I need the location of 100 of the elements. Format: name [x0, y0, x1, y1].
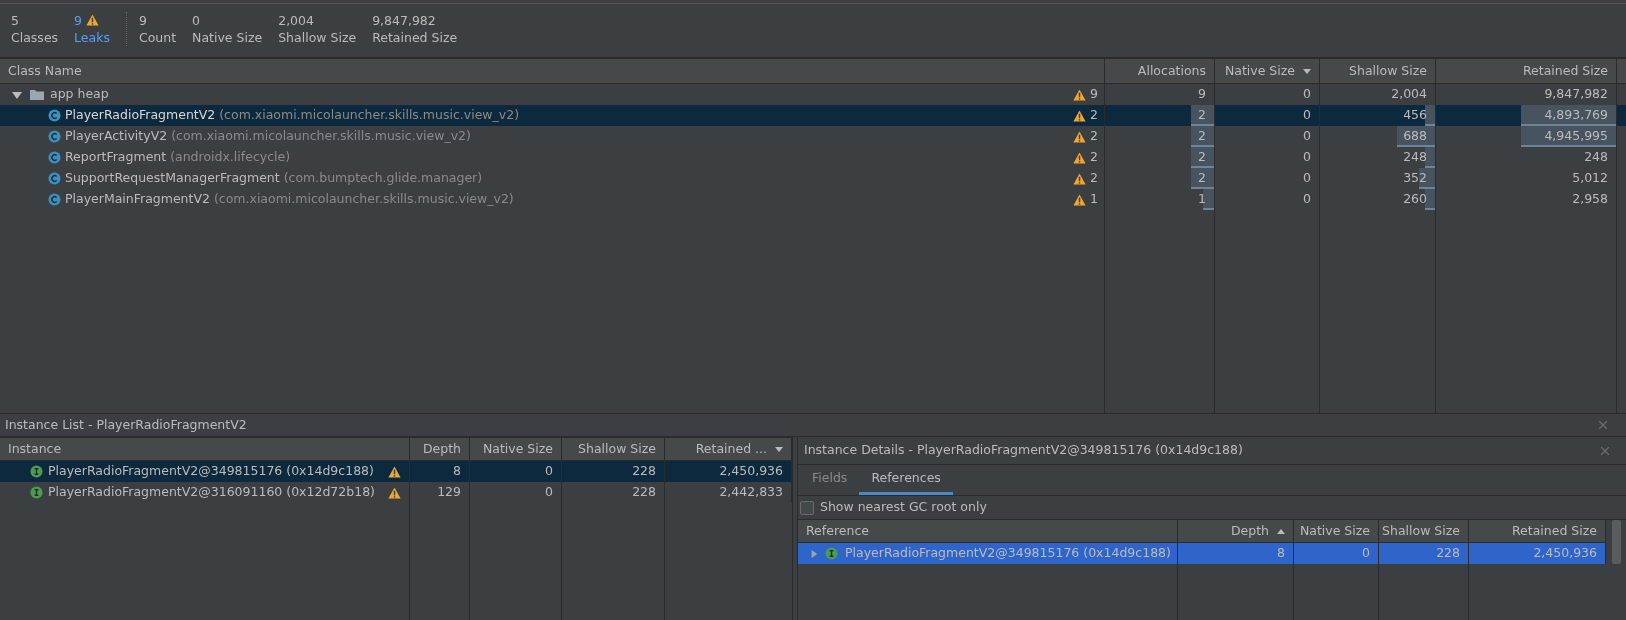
column-header[interactable]: Shallow Size	[1382, 521, 1460, 541]
folder-icon	[30, 89, 44, 100]
class-row[interactable]: PlayerActivityV2 (com.xiaomi.micolauncher.skills.music.view_v2) 2 2 0 688 4,945,995	[0, 126, 1626, 147]
table-cell: 0	[470, 461, 562, 482]
class-name: PlayerActivityV2	[65, 127, 168, 146]
class-icon	[48, 109, 61, 122]
class-name: PlayerMainFragmentV2	[65, 190, 210, 209]
table-cell: 2	[1105, 105, 1215, 126]
warning-icon	[1073, 109, 1087, 122]
class-icon	[48, 193, 61, 206]
table-cell: 4,945,995	[1436, 126, 1617, 147]
warning-icon	[1073, 172, 1087, 185]
package-name: (com.xiaomi.micolauncher.skills.music.view_v2)	[219, 106, 520, 125]
column-header[interactable]: Depth	[422, 439, 461, 459]
package-name: (com.xiaomi.micolauncher.skills.music.view_v2)	[213, 190, 514, 209]
instance-row[interactable]: PlayerRadioFragmentV2@349815176 (0x14d9c188) 8 0 228 2,450,936	[0, 461, 792, 482]
expand-arrow-icon[interactable]	[810, 549, 818, 558]
stat-label: Classes	[11, 28, 59, 46]
column-header[interactable]: Shallow Size	[578, 439, 656, 459]
class-row[interactable]: PlayerMainFragmentV2 (com.xiaomi.micolauncher.skills.music.view_v2) 1 1 0 260 2,958	[0, 189, 1626, 210]
table-cell: 5,012	[1436, 168, 1617, 189]
table-cell: 1	[1105, 189, 1215, 210]
class-icon	[48, 151, 61, 164]
column-header[interactable]: Native Size	[1224, 61, 1295, 81]
stat-value: 2,004	[278, 11, 314, 29]
table-cell: 2	[1105, 126, 1215, 147]
tab[interactable]: Fields	[800, 465, 860, 495]
warning-icon	[388, 465, 401, 478]
checkbox[interactable]	[800, 500, 814, 515]
instance-icon	[30, 465, 43, 478]
class-name: ReportFragment	[65, 148, 167, 167]
leak-count: 2	[1090, 148, 1098, 167]
leak-count: 1	[1090, 190, 1098, 209]
stat-label: Retained Size	[372, 28, 458, 46]
instance-icon	[30, 486, 43, 499]
table-cell: 260	[1320, 189, 1436, 210]
stat-value: 9	[74, 11, 83, 29]
column-header[interactable]: Shallow Size	[1349, 61, 1427, 81]
table-cell: 228	[562, 461, 665, 482]
warning-icon	[388, 486, 401, 499]
column-header[interactable]: Allocations	[1137, 61, 1206, 81]
class-row[interactable]: ReportFragment (androidx.lifecycle) 2 2 0 248 248	[0, 147, 1626, 168]
reference-row[interactable]: PlayerRadioFragmentV2@349815176 (0x14d9c188) 8 0 228 2,450,936	[798, 543, 1606, 564]
table-cell: 0	[470, 482, 562, 503]
table-cell: 0	[1215, 126, 1320, 147]
column-header[interactable]: Class Name	[8, 61, 82, 81]
close-button[interactable]	[1596, 418, 1610, 432]
class-icon	[48, 172, 61, 185]
table-cell: 2,442,833	[665, 482, 792, 503]
panel-title: Instance Details - PlayerRadioFragmentV2@349815176 (0x14d9c188)	[804, 441, 1243, 460]
instance-icon	[825, 547, 838, 560]
warning-icon	[86, 14, 100, 26]
column-header[interactable]: Native Size	[1299, 521, 1370, 541]
instance-name: PlayerRadioFragmentV2@349815176 (0x14d9c188)	[48, 462, 374, 481]
table-cell: 228	[1379, 543, 1469, 564]
column-header[interactable]: Native Size	[482, 439, 553, 459]
tree-label[interactable]: app heap	[50, 85, 109, 104]
package-name: (androidx.lifecycle)	[170, 148, 291, 167]
table-cell: 8	[410, 461, 470, 482]
class-row[interactable]: SupportRequestManagerFragment (com.bumptech.glide.manager) 2 2 0 352 5,012	[0, 168, 1626, 189]
table-cell: 688	[1320, 126, 1436, 147]
expand-toggle[interactable]	[12, 89, 22, 100]
column-header[interactable]: Retained Size	[1522, 61, 1608, 81]
table-cell: 2,450,936	[665, 461, 792, 482]
column-header[interactable]: Reference	[806, 521, 869, 541]
stat-value: 9	[138, 11, 147, 29]
tab[interactable]: References	[859, 465, 953, 495]
stat-label[interactable]: Leaks	[74, 28, 110, 46]
scrollbar[interactable]	[1611, 520, 1621, 564]
stat-label: Native Size	[192, 28, 263, 46]
warning-icon	[1073, 130, 1087, 143]
table-cell: 0	[1215, 147, 1320, 168]
table-cell: 129	[410, 482, 470, 503]
leak-count: 2	[1090, 169, 1098, 188]
package-name: (com.xiaomi.micolauncher.skills.music.view_v2)	[171, 127, 471, 146]
leak-count: 9	[1090, 85, 1098, 104]
class-name: SupportRequestManagerFragment	[65, 169, 280, 188]
warning-icon	[1073, 151, 1087, 164]
warning-icon	[1073, 193, 1087, 206]
column-header[interactable]: Retained Size	[1511, 521, 1597, 541]
column-header[interactable]: Retained ...	[695, 439, 767, 459]
column-header[interactable]: Depth	[1230, 521, 1269, 541]
package-name: (com.bumptech.glide.manager)	[283, 169, 483, 188]
column-header[interactable]: Instance	[8, 439, 62, 459]
table-cell: 2	[1105, 168, 1215, 189]
table-cell: 4,893,769	[1436, 105, 1617, 126]
panel-title: Instance List - PlayerRadioFragmentV2	[5, 415, 247, 434]
instance-row[interactable]: PlayerRadioFragmentV2@316091160 (0x12d72b18) 129 0 228 2,442,833	[0, 482, 792, 503]
table-cell: 0	[1294, 543, 1379, 564]
reference-name: PlayerRadioFragmentV2@349815176 (0x14d9c188)	[845, 544, 1171, 563]
table-cell: 2,450,936	[1469, 543, 1606, 564]
warning-icon	[1073, 88, 1087, 101]
class-row[interactable]: PlayerRadioFragmentV2 (com.xiaomi.micolauncher.skills.music.view_v2) 2 2 0 456 4,893,769	[0, 105, 1626, 126]
table-cell: 0	[1215, 189, 1320, 210]
table-cell: 0	[1215, 105, 1320, 126]
leak-count: 2	[1090, 127, 1098, 146]
stat-value: 0	[192, 11, 201, 29]
table-cell: 2	[1105, 147, 1215, 168]
leak-count: 2	[1090, 106, 1098, 125]
table-cell: 352	[1320, 168, 1436, 189]
